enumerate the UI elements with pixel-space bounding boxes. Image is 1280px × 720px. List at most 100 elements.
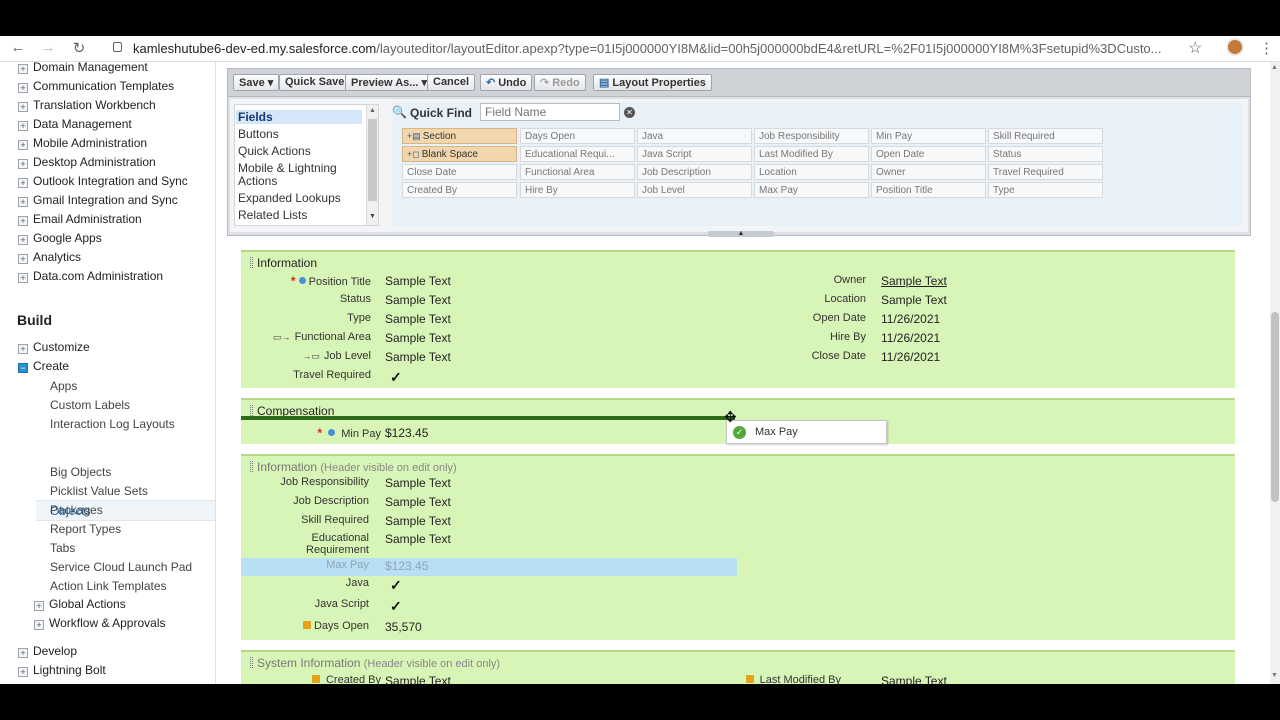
sidebar-subitem[interactable]: Picklist Value Sets (50, 484, 148, 498)
expand-icon[interactable]: + (18, 83, 28, 93)
palette-field[interactable]: Owner (871, 164, 986, 180)
cancel-button[interactable]: Cancel (427, 74, 476, 91)
section-system-information[interactable]: System Information (Header visible on ed… (241, 650, 1235, 684)
sidebar-item[interactable]: + Data.com Administration (18, 269, 163, 286)
undo-button[interactable]: ↶ Undo (480, 74, 533, 91)
field-row[interactable]: Skill Required (241, 514, 369, 532)
field-row[interactable]: * Position Title (241, 274, 371, 292)
palette-field[interactable]: +▤ Section (402, 128, 517, 144)
redo-button[interactable]: ↷ Redo (534, 74, 586, 91)
field-row-min-pay[interactable]: * Min Pay (241, 426, 381, 444)
field-row[interactable]: Java (241, 577, 369, 595)
palette-category[interactable]: Related Lists (238, 208, 364, 222)
field-row[interactable]: Travel Required (241, 369, 371, 387)
save-button[interactable]: Save ▾ (233, 74, 280, 91)
forward-icon[interactable]: → (39, 39, 57, 56)
browser-menu-icon[interactable]: ⋮ (1259, 39, 1274, 57)
quick-find-input[interactable] (480, 103, 620, 121)
sidebar-item-workflow[interactable]: + Workflow & Approvals (34, 616, 166, 633)
sidebar-subitem[interactable]: Custom Labels (50, 398, 130, 412)
palette-field[interactable]: Java (637, 128, 752, 144)
field-row[interactable]: Days Open (241, 620, 369, 638)
palette-resize-handle[interactable]: ▲ (708, 230, 774, 237)
palette-field[interactable]: Job Description (637, 164, 752, 180)
drag-grip-icon[interactable] (250, 257, 253, 268)
sidebar-item-global-actions[interactable]: + Global Actions (34, 597, 126, 614)
sidebar-item[interactable]: + Gmail Integration and Sync (18, 193, 178, 210)
drag-grip-icon[interactable] (250, 461, 253, 472)
category-scrollbar[interactable]: ▲ ▼ (366, 105, 378, 225)
profile-avatar[interactable] (1226, 38, 1244, 56)
palette-category[interactable]: Quick Actions (238, 144, 364, 158)
section-information[interactable]: Information * Position Title Sample Text S… (241, 250, 1235, 388)
field-row[interactable]: Educational Requirement (241, 532, 369, 562)
palette-category[interactable]: Buttons (238, 127, 364, 141)
palette-category[interactable]: Fields (236, 110, 362, 124)
expand-icon[interactable]: + (18, 235, 28, 245)
field-row[interactable]: Status (241, 293, 371, 311)
sidebar-item-customize[interactable]: + Customize (18, 340, 90, 357)
collapse-icon[interactable]: − (18, 363, 28, 373)
page-scrollbar[interactable]: ▲ ▼ (1270, 62, 1280, 684)
palette-field[interactable]: Skill Required (988, 128, 1103, 144)
sidebar-item[interactable]: + Domain Management (18, 62, 148, 77)
field-row[interactable]: Type (241, 312, 371, 330)
expand-icon[interactable]: + (34, 601, 44, 611)
palette-field[interactable]: Educational Requi... (520, 146, 635, 162)
scroll-down-icon[interactable]: ▼ (1271, 672, 1278, 679)
sidebar-item-develop[interactable]: + Develop (18, 644, 77, 661)
sidebar-subitem[interactable]: Apps (50, 379, 77, 393)
expand-icon[interactable]: + (34, 620, 44, 630)
field-row[interactable]: ▭→ Functional Area (241, 331, 371, 349)
field-row[interactable]: Max Pay (241, 559, 369, 577)
scroll-up-icon[interactable]: ▲ (1271, 64, 1278, 71)
dragged-field-max-pay[interactable]: ✓ Max Pay (726, 420, 887, 444)
palette-field[interactable]: Days Open (520, 128, 635, 144)
sidebar-subitem[interactable]: Tabs (50, 541, 75, 555)
drag-grip-icon[interactable] (250, 405, 253, 416)
palette-field[interactable]: Created By (402, 182, 517, 198)
palette-field[interactable]: Min Pay (871, 128, 986, 144)
sidebar-item[interactable]: + Desktop Administration (18, 155, 156, 172)
sidebar-subitem[interactable]: Report Types (50, 522, 121, 536)
palette-field[interactable]: Max Pay (754, 182, 869, 198)
expand-icon[interactable]: + (18, 178, 28, 188)
palette-field[interactable]: Open Date (871, 146, 986, 162)
expand-icon[interactable]: + (18, 102, 28, 112)
expand-icon[interactable]: + (18, 121, 28, 131)
sidebar-item[interactable]: + Outlook Integration and Sync (18, 174, 188, 191)
palette-field[interactable]: Hire By (520, 182, 635, 198)
field-row[interactable]: Open Date (661, 312, 866, 330)
field-row-created-by[interactable]: Created By (241, 674, 381, 684)
scroll-down-icon[interactable]: ▼ (369, 213, 376, 220)
field-value[interactable]: Sample Text (881, 274, 947, 288)
palette-field[interactable]: Type (988, 182, 1103, 198)
address-bar[interactable]: kamleshutube6-dev-ed.my.salesforce.com/l… (133, 41, 1173, 56)
sidebar-subitem[interactable]: Action Link Templates (50, 579, 167, 593)
sidebar-item-lightning-bolt[interactable]: + Lightning Bolt (18, 663, 106, 680)
palette-category-continued[interactable]: Actions (238, 174, 364, 188)
field-row[interactable]: Job Responsibility (241, 476, 369, 494)
page-scrollbar-thumb[interactable] (1271, 312, 1279, 502)
sidebar-item[interactable]: + Mobile Administration (18, 136, 147, 153)
palette-category[interactable]: Expanded Lookups (238, 191, 364, 205)
preview-as-button[interactable]: Preview As... ▾ (345, 74, 434, 91)
field-row[interactable]: Hire By (661, 331, 866, 349)
drag-grip-icon[interactable] (250, 657, 253, 668)
sidebar-item[interactable]: + Google Apps (18, 231, 102, 248)
sidebar-item[interactable]: + Data Management (18, 117, 132, 134)
palette-field[interactable]: Location (754, 164, 869, 180)
palette-field[interactable]: Last Modified By (754, 146, 869, 162)
sidebar-item-create[interactable]: − Create (18, 359, 69, 376)
sidebar-item[interactable]: + Analytics (18, 250, 81, 267)
expand-icon[interactable]: + (18, 140, 28, 150)
field-row[interactable]: →▭ Job Level (241, 350, 371, 368)
expand-icon[interactable]: + (18, 273, 28, 283)
expand-icon[interactable]: + (18, 344, 28, 354)
expand-icon[interactable]: + (18, 648, 28, 658)
sidebar-subitem[interactable]: Interaction Log Layouts (50, 417, 175, 431)
clear-search-icon[interactable]: ✕ (624, 107, 635, 118)
expand-icon[interactable]: + (18, 254, 28, 264)
palette-field[interactable]: Travel Required (988, 164, 1103, 180)
field-row[interactable]: Job Description (241, 495, 369, 513)
